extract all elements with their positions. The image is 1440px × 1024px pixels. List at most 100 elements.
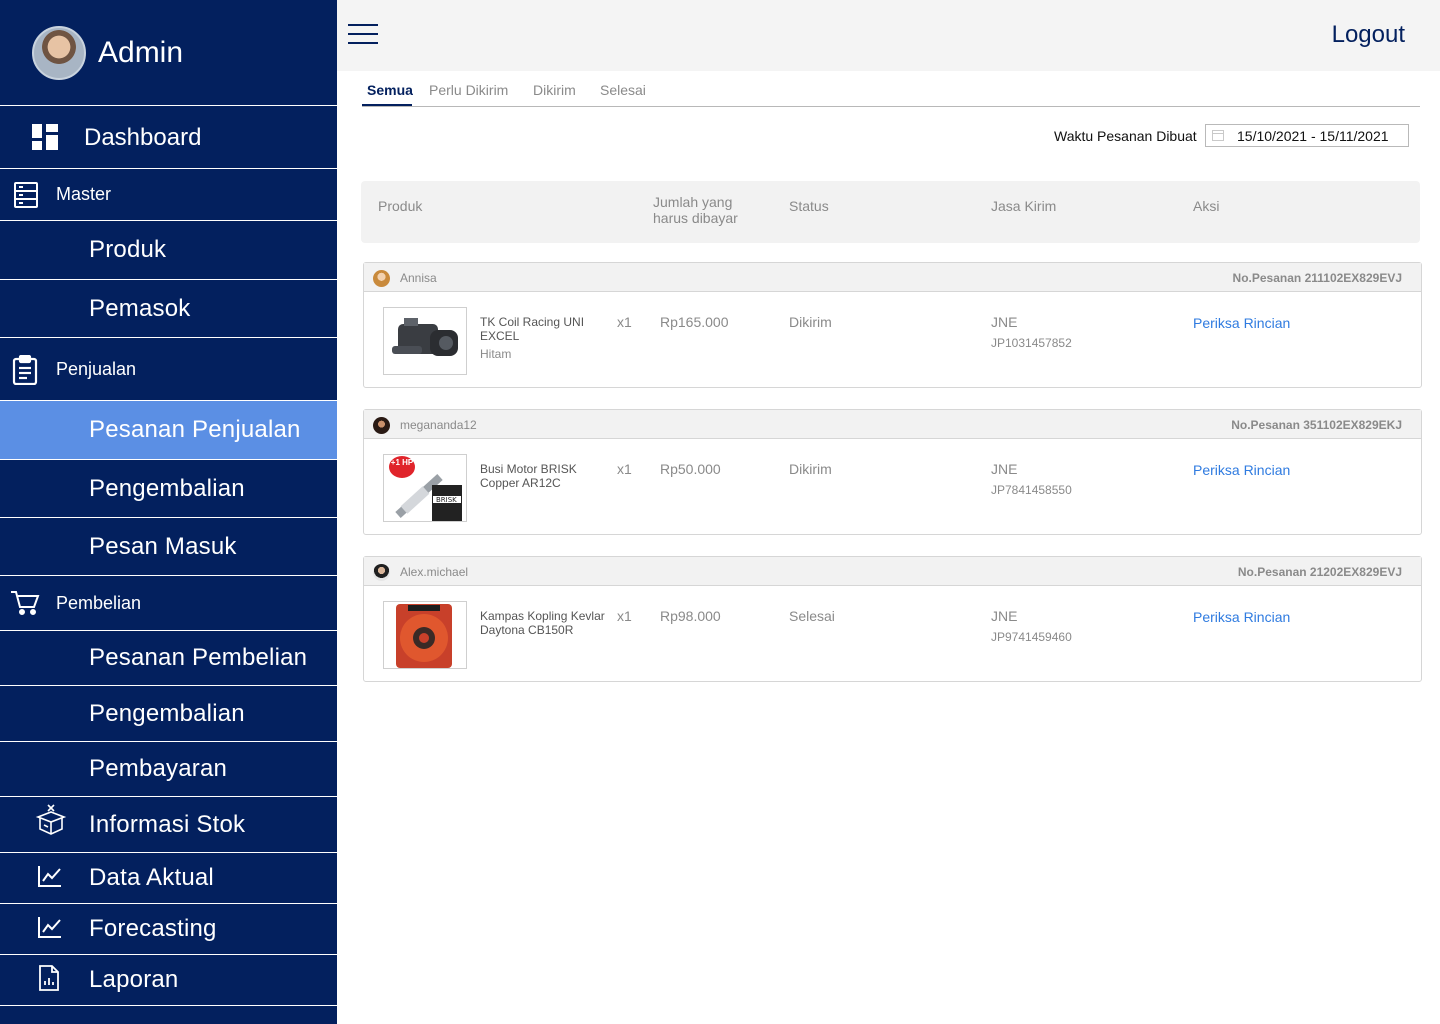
sidebar-item-pesan-masuk[interactable]: Pesan Masuk [0, 518, 337, 576]
header-jasa-kirim: Jasa Kirim [991, 198, 1057, 214]
sidebar-label-master: Master [56, 184, 112, 204]
sidebar-item-produk[interactable]: Produk [0, 221, 337, 280]
tab-dikirim[interactable]: Dikirim [533, 82, 576, 98]
sidebar-item-pengembalian-penjualan[interactable]: Pengembalian [0, 460, 337, 518]
date-range-value: 15/10/2021 - 15/11/2021 [1237, 128, 1389, 144]
header-status: Status [789, 198, 829, 214]
buyer-name: megananda12 [400, 418, 477, 432]
sidebar-item-informasi-stok[interactable]: Informasi Stok [0, 797, 337, 853]
buyer-avatar [373, 417, 390, 434]
product-variant: Hitam [480, 347, 512, 361]
order-status-tabs: Semua Perlu Dikirim Dikirim Selesai [362, 76, 1420, 107]
buyer-avatar [373, 270, 390, 287]
order-total: Rp98.000 [660, 608, 721, 624]
sidebar-item-dashboard[interactable]: Dashboard [0, 107, 337, 169]
report-icon [38, 965, 60, 991]
sidebar-item-forecasting[interactable]: Forecasting [0, 904, 337, 955]
product-image[interactable] [383, 601, 467, 669]
topbar: Logout [337, 0, 1440, 71]
logout-link[interactable]: Logout [1332, 21, 1405, 49]
clipboard-icon [12, 355, 38, 385]
sidebar-label-informasi-stok: Informasi Stok [89, 810, 246, 838]
product-name: Busi Motor BRISK Copper AR12C [480, 462, 577, 490]
sidebar-label-pesanan-penjualan: Pesanan Penjualan [89, 416, 301, 443]
dashboard-icon [32, 124, 58, 150]
header-aksi: Aksi [1193, 198, 1220, 214]
hamburger-menu-icon[interactable] [348, 24, 378, 46]
sidebar-label-pembelian: Pembelian [56, 592, 142, 613]
order-card-header: Annisa No.Pesanan 211102EX829EVJ [364, 263, 1421, 292]
buyer-avatar [373, 564, 390, 581]
sidebar-item-pesanan-pembelian[interactable]: Pesanan Pembelian [0, 631, 337, 686]
courier-name: JNE [991, 608, 1018, 624]
admin-avatar [32, 25, 86, 80]
product-image[interactable] [383, 307, 467, 375]
order-card: Annisa No.Pesanan 211102EX829EVJ TK Coil… [363, 262, 1422, 388]
active-tab-indicator [362, 104, 412, 106]
tab-selesai[interactable]: Selesai [600, 82, 646, 98]
order-card-header: megananda12 No.Pesanan 351102EX829EKJ [364, 410, 1421, 439]
buyer-name: Annisa [400, 271, 437, 285]
sidebar-label-pesanan-pembelian: Pesanan Pembelian [89, 644, 308, 671]
sidebar-item-data-aktual[interactable]: Data Aktual [0, 853, 337, 904]
order-total: Rp165.000 [660, 314, 729, 330]
order-card: megananda12 No.Pesanan 351102EX829EKJ BR… [363, 409, 1422, 535]
order-number: No.Pesanan 21202EX829EVJ [1237, 565, 1402, 579]
sidebar-label-laporan: Laporan [89, 966, 179, 993]
tracking-number: JP9741459460 [991, 630, 1072, 644]
trend-chart-icon [38, 916, 62, 938]
order-number: No.Pesanan 211102EX829EVJ [1232, 271, 1402, 285]
product-quantity: x1 [617, 608, 632, 624]
calendar-icon [1212, 130, 1224, 141]
sidebar-item-master[interactable]: Master [0, 169, 337, 221]
date-range-picker[interactable]: 15/10/2021 - 15/11/2021 [1205, 124, 1409, 147]
order-status: Selesai [789, 608, 835, 624]
sidebar-label-pemasok: Pemasok [89, 294, 191, 322]
sidebar-item-pemasok[interactable]: Pemasok [0, 280, 337, 338]
order-total: Rp50.000 [660, 461, 721, 477]
line-chart-icon [38, 865, 62, 887]
courier-name: JNE [991, 314, 1018, 330]
admin-profile: Admin [0, 0, 337, 106]
tab-perlu-dikirim[interactable]: Perlu Dikirim [429, 82, 508, 98]
date-filter-label: Waktu Pesanan Dibuat [1054, 128, 1197, 144]
sidebar-label-pembayaran: Pembayaran [89, 755, 228, 782]
sidebar: Admin Dashboard Master Produk Pemasok Pe… [0, 0, 337, 1024]
order-status: Dikirim [789, 461, 832, 477]
header-jumlah-line1: Jumlah yang [653, 194, 733, 210]
order-number: No.Pesanan 351102EX829EKJ [1231, 418, 1402, 432]
sidebar-item-pesanan-penjualan[interactable]: Pesanan Penjualan [0, 401, 337, 460]
sidebar-label-forecasting: Forecasting [89, 915, 217, 942]
tab-semua[interactable]: Semua [367, 82, 413, 98]
sidebar-label-data-aktual: Data Aktual [89, 864, 214, 891]
order-card: Alex.michael No.Pesanan 21202EX829EVJ Ka… [363, 556, 1422, 682]
promo-badge: +1 HP [389, 456, 415, 478]
sidebar-label-dashboard: Dashboard [84, 123, 202, 151]
box-icon [35, 804, 67, 836]
sidebar-item-pengembalian-pembelian[interactable]: Pengembalian [0, 686, 337, 742]
sidebar-label-penjualan: Penjualan [56, 358, 137, 379]
view-details-link[interactable]: Periksa Rincian [1193, 609, 1290, 625]
server-icon [14, 182, 38, 208]
sidebar-item-laporan[interactable]: Laporan [0, 955, 337, 1006]
order-card-header: Alex.michael No.Pesanan 21202EX829EVJ [364, 557, 1421, 586]
sidebar-item-pembayaran[interactable]: Pembayaran [0, 742, 337, 797]
svg-text:BRISK: BRISK [436, 496, 457, 504]
sidebar-label-pesan-masuk: Pesan Masuk [89, 532, 237, 560]
header-produk: Produk [378, 198, 423, 214]
sidebar-label-pengembalian-penjualan: Pengembalian [89, 474, 245, 502]
tracking-number: JP7841458550 [991, 483, 1072, 497]
view-details-link[interactable]: Periksa Rincian [1193, 315, 1290, 331]
header-jumlah: Jumlah yang harus dibayar [653, 194, 753, 226]
header-jumlah-line2: harus dibayar [653, 210, 738, 226]
sidebar-label-produk: Produk [89, 236, 167, 263]
orders-table-header: Produk Jumlah yang harus dibayar Status … [361, 181, 1420, 243]
sidebar-label-pengembalian-pembelian: Pengembalian [89, 699, 245, 727]
product-image[interactable]: BRISK +1 HP [383, 454, 467, 522]
sidebar-item-penjualan[interactable]: Penjualan [0, 338, 337, 401]
admin-name: Admin [98, 35, 184, 69]
product-name: TK Coil Racing UNI EXCEL [480, 315, 585, 343]
sidebar-item-pembelian[interactable]: Pembelian [0, 576, 337, 631]
cart-icon [10, 590, 40, 616]
view-details-link[interactable]: Periksa Rincian [1193, 462, 1290, 478]
